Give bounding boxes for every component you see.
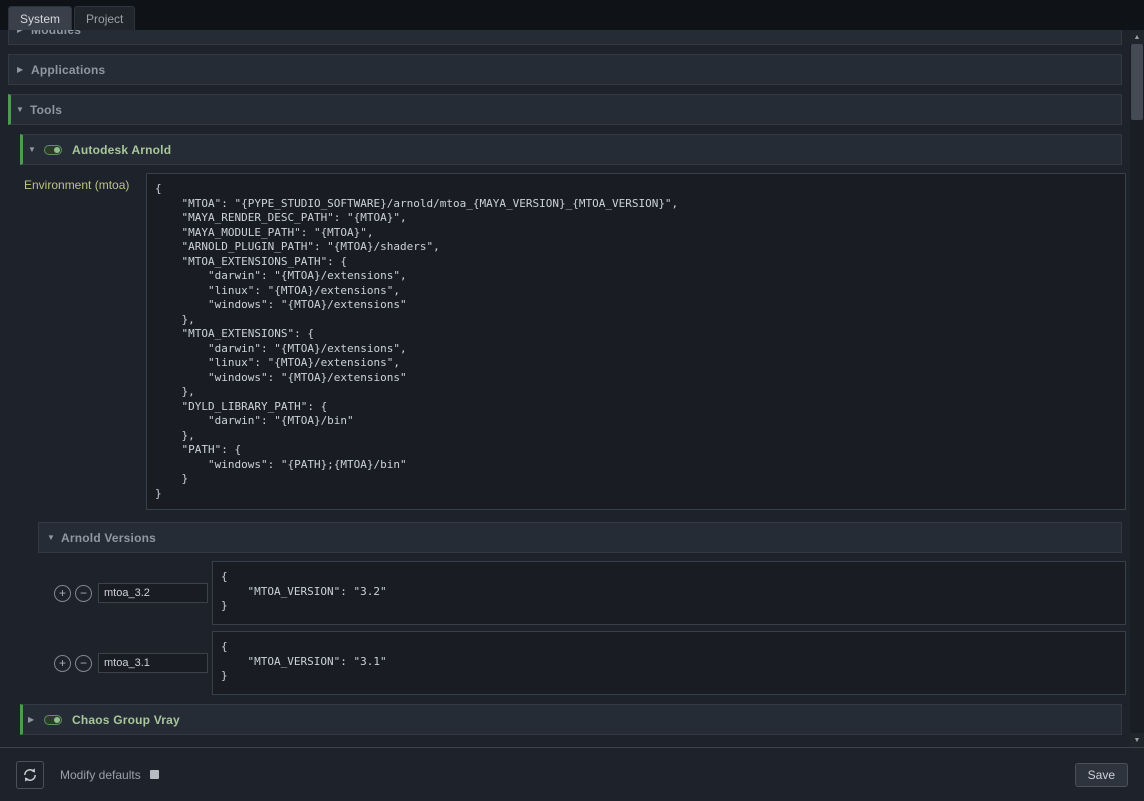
environment-json-editor[interactable]: { "MTOA": "{PYPE_STUDIO_SOFTWARE}/arnold… [146, 173, 1126, 510]
section-label-modules: Modules [31, 30, 81, 37]
version-json-editor[interactable]: { "MTOA_VERSION": "3.1" } [212, 631, 1126, 695]
section-header-modules[interactable]: ▶ Modules [8, 30, 1122, 45]
scroll-up-arrow-icon[interactable]: ▲ [1130, 30, 1144, 44]
add-version-button[interactable]: + [54, 585, 71, 602]
settings-window: System Project ▶ Modules ▶ Applications … [0, 0, 1144, 801]
chevron-right-icon: ▶ [17, 30, 31, 34]
version-key-input[interactable] [98, 583, 208, 603]
chevron-right-icon: ▶ [17, 65, 31, 74]
section-header-tools[interactable]: ▼ Tools [8, 94, 1122, 125]
chevron-down-icon: ▼ [16, 105, 30, 114]
version-row-mtoa-3-1: + − { "MTOA_VERSION": "3.1" } [54, 631, 1126, 695]
scrollbar-thumb[interactable] [1131, 44, 1143, 120]
tab-bar: System Project [0, 0, 1144, 30]
section-header-chaos-group-vray[interactable]: ▶ Chaos Group Vray [20, 704, 1122, 735]
tab-system[interactable]: System [8, 6, 72, 30]
vertical-scrollbar[interactable]: ▲ ▼ [1130, 30, 1144, 747]
version-json-editor[interactable]: { "MTOA_VERSION": "3.2" } [212, 561, 1126, 625]
arnold-enabled-toggle[interactable] [44, 145, 62, 155]
toggle-knob [54, 717, 60, 723]
chevron-down-icon: ▼ [28, 145, 42, 154]
add-version-button[interactable]: + [54, 655, 71, 672]
section-label-autodesk-arnold: Autodesk Arnold [72, 143, 171, 157]
section-label-arnold-versions: Arnold Versions [61, 531, 156, 545]
refresh-icon [22, 767, 38, 783]
scroll-down-arrow-icon[interactable]: ▼ [1130, 733, 1144, 747]
modified-state-indicator[interactable] [150, 770, 159, 779]
chevron-down-icon: ▼ [47, 533, 61, 542]
save-button[interactable]: Save [1075, 763, 1128, 787]
environment-field-label: Environment (mtoa) [24, 173, 146, 192]
tools-section-body: ▼ Autodesk Arnold Environment (mtoa) { "… [0, 134, 1130, 735]
settings-scroll-content: ▶ Modules ▶ Applications ▼ Tools ▼ Autod… [0, 30, 1130, 747]
remove-version-button[interactable]: − [75, 655, 92, 672]
vray-enabled-toggle[interactable] [44, 715, 62, 725]
section-label-applications: Applications [31, 63, 105, 77]
version-key-input[interactable] [98, 653, 208, 673]
version-row-mtoa-3-2: + − { "MTOA_VERSION": "3.2" } [54, 561, 1126, 625]
scrollbar-track[interactable] [1130, 44, 1144, 733]
settings-content: ▶ Modules ▶ Applications ▼ Tools ▼ Autod… [0, 30, 1144, 747]
toggle-knob [54, 147, 60, 153]
footer-bar: Modify defaults Save [0, 747, 1144, 801]
tab-project[interactable]: Project [74, 6, 135, 30]
environment-field-row: Environment (mtoa) { "MTOA": "{PYPE_STUD… [24, 173, 1126, 510]
section-label-chaos-group-vray: Chaos Group Vray [72, 713, 180, 727]
modify-defaults-label: Modify defaults [60, 768, 141, 782]
refresh-button[interactable] [16, 761, 44, 789]
section-header-autodesk-arnold[interactable]: ▼ Autodesk Arnold [20, 134, 1122, 165]
section-label-tools: Tools [30, 103, 62, 117]
chevron-right-icon: ▶ [28, 715, 42, 724]
settings-scroll-area: ▶ Modules ▶ Applications ▼ Tools ▼ Autod… [0, 30, 1130, 747]
remove-version-button[interactable]: − [75, 585, 92, 602]
section-header-applications[interactable]: ▶ Applications [8, 54, 1122, 85]
section-header-arnold-versions[interactable]: ▼ Arnold Versions [38, 522, 1122, 553]
